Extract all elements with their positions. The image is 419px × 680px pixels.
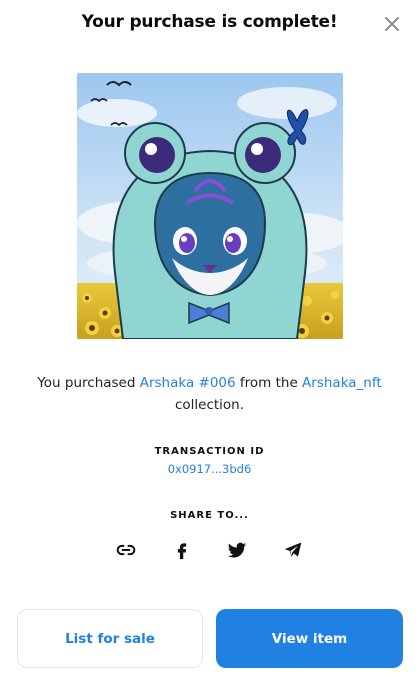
purchase-message: You purchased Arshaka #006 from the Arsh… xyxy=(20,372,399,416)
link-icon[interactable] xyxy=(114,538,138,562)
view-item-button[interactable]: View item xyxy=(216,609,403,668)
purchase-suffix: collection. xyxy=(174,397,245,413)
telegram-icon[interactable] xyxy=(281,538,305,562)
close-icon[interactable] xyxy=(383,15,401,33)
nft-image xyxy=(77,73,343,339)
share-icons xyxy=(0,538,419,562)
page-title: Your purchase is complete! xyxy=(81,12,338,32)
collection-link[interactable]: Arshaka_nft xyxy=(302,375,382,391)
item-link[interactable]: Arshaka #006 xyxy=(140,375,236,391)
purchase-prefix: You purchased xyxy=(37,375,140,391)
twitter-icon[interactable] xyxy=(225,538,249,562)
facebook-icon[interactable] xyxy=(170,538,194,562)
transaction-id-link[interactable]: 0x0917...3bd6 xyxy=(0,462,419,476)
transaction-id-label: TRANSACTION ID xyxy=(154,446,265,457)
share-label: SHARE TO... xyxy=(170,510,249,521)
list-for-sale-button[interactable]: List for sale xyxy=(17,609,203,668)
purchase-middle: from the xyxy=(235,375,303,391)
